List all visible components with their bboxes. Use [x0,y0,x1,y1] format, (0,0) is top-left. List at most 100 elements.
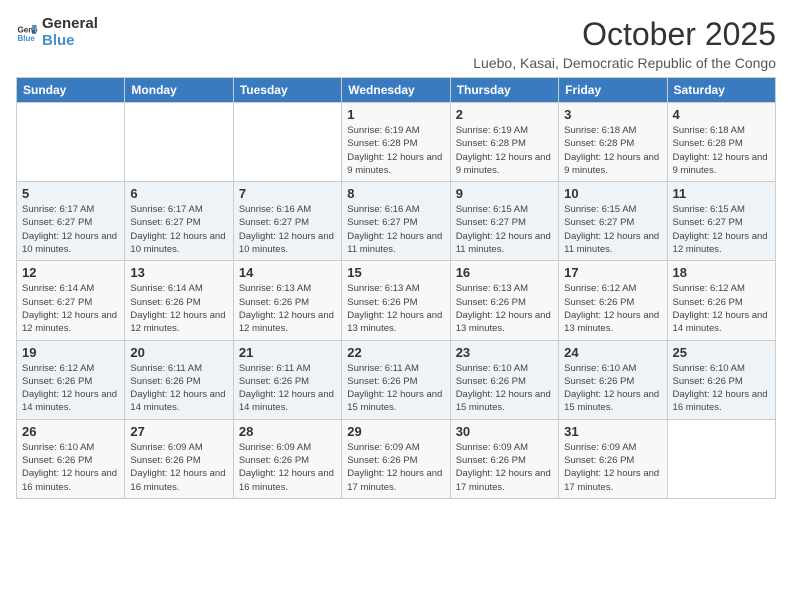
day-info: Sunrise: 6:14 AM Sunset: 6:27 PM Dayligh… [22,282,119,335]
day-info: Sunrise: 6:09 AM Sunset: 6:26 PM Dayligh… [347,441,444,494]
calendar-cell: 22 Sunrise: 6:11 AM Sunset: 6:26 PM Dayli… [342,340,450,419]
calendar-header-saturday: Saturday [667,78,775,103]
day-info: Sunrise: 6:16 AM Sunset: 6:27 PM Dayligh… [239,203,336,256]
calendar-cell: 28 Sunrise: 6:09 AM Sunset: 6:26 PM Dayli… [233,419,341,498]
calendar-cell: 20 Sunrise: 6:11 AM Sunset: 6:26 PM Dayli… [125,340,233,419]
day-info: Sunrise: 6:15 AM Sunset: 6:27 PM Dayligh… [456,203,553,256]
calendar-cell: 21 Sunrise: 6:11 AM Sunset: 6:26 PM Dayli… [233,340,341,419]
day-info: Sunrise: 6:12 AM Sunset: 6:26 PM Dayligh… [673,282,770,335]
calendar-cell: 24Sunrise: 6:10 AM Sunset: 6:26 PM Dayli… [559,340,667,419]
day-info: Sunrise: 6:13 AM Sunset: 6:26 PM Dayligh… [456,282,553,335]
day-info: Sunrise: 6:18 AM Sunset: 6:28 PM Dayligh… [564,124,661,177]
calendar-cell: 31 Sunrise: 6:09 AM Sunset: 6:26 PM Dayli… [559,419,667,498]
day-number: 19 [22,345,119,360]
svg-text:Blue: Blue [17,34,35,43]
day-number: 29 [347,424,444,439]
calendar-cell: 13Sunrise: 6:14 AM Sunset: 6:26 PM Dayli… [125,261,233,340]
calendar-header-monday: Monday [125,78,233,103]
calendar-cell: 10 Sunrise: 6:15 AM Sunset: 6:27 PM Dayli… [559,182,667,261]
day-info: Sunrise: 6:09 AM Sunset: 6:26 PM Dayligh… [239,441,336,494]
day-number: 16 [456,265,553,280]
day-info: Sunrise: 6:10 AM Sunset: 6:26 PM Dayligh… [22,441,119,494]
day-info: Sunrise: 6:10 AM Sunset: 6:26 PM Dayligh… [673,362,770,415]
day-number: 5 [22,186,119,201]
calendar-header-tuesday: Tuesday [233,78,341,103]
logo-general-text: General [42,16,98,33]
calendar-cell: 27 Sunrise: 6:09 AM Sunset: 6:26 PM Dayli… [125,419,233,498]
day-info: Sunrise: 6:09 AM Sunset: 6:26 PM Dayligh… [130,441,227,494]
calendar-cell: 5 Sunrise: 6:17 AM Sunset: 6:27 PM Daylig… [17,182,125,261]
day-number: 23 [456,345,553,360]
calendar-cell [667,419,775,498]
day-number: 14 [239,265,336,280]
day-number: 4 [673,107,770,122]
day-number: 18 [673,265,770,280]
calendar-cell: 29 Sunrise: 6:09 AM Sunset: 6:26 PM Dayli… [342,419,450,498]
day-number: 8 [347,186,444,201]
logo: General Blue General Blue [16,16,98,49]
calendar-cell [125,103,233,182]
day-info: Sunrise: 6:10 AM Sunset: 6:26 PM Dayligh… [456,362,553,415]
day-info: Sunrise: 6:17 AM Sunset: 6:27 PM Dayligh… [22,203,119,256]
calendar-cell: 18 Sunrise: 6:12 AM Sunset: 6:26 PM Dayli… [667,261,775,340]
month-title: October 2025 [473,16,776,53]
day-number: 6 [130,186,227,201]
calendar-cell: 23 Sunrise: 6:10 AM Sunset: 6:26 PM Dayli… [450,340,558,419]
calendar-cell: 30 Sunrise: 6:09 AM Sunset: 6:26 PM Dayli… [450,419,558,498]
day-info: Sunrise: 6:19 AM Sunset: 6:28 PM Dayligh… [456,124,553,177]
day-number: 28 [239,424,336,439]
day-number: 30 [456,424,553,439]
day-number: 10 [564,186,661,201]
day-info: Sunrise: 6:12 AM Sunset: 6:26 PM Dayligh… [22,362,119,415]
day-info: Sunrise: 6:15 AM Sunset: 6:27 PM Dayligh… [564,203,661,256]
calendar-week-row: 26Sunrise: 6:10 AM Sunset: 6:26 PM Dayli… [17,419,776,498]
day-info: Sunrise: 6:12 AM Sunset: 6:26 PM Dayligh… [564,282,661,335]
calendar-cell: 3 Sunrise: 6:18 AM Sunset: 6:28 PM Daylig… [559,103,667,182]
header: General Blue General Blue October 2025 L… [16,16,776,71]
day-number: 12 [22,265,119,280]
calendar-cell: 7 Sunrise: 6:16 AM Sunset: 6:27 PM Daylig… [233,182,341,261]
calendar-cell [233,103,341,182]
day-info: Sunrise: 6:17 AM Sunset: 6:27 PM Dayligh… [130,203,227,256]
calendar-cell: 25 Sunrise: 6:10 AM Sunset: 6:26 PM Dayli… [667,340,775,419]
day-number: 31 [564,424,661,439]
day-info: Sunrise: 6:11 AM Sunset: 6:26 PM Dayligh… [239,362,336,415]
calendar-header-thursday: Thursday [450,78,558,103]
logo-icon: General Blue [16,22,38,44]
day-number: 3 [564,107,661,122]
day-number: 21 [239,345,336,360]
calendar-header-wednesday: Wednesday [342,78,450,103]
calendar-table: SundayMondayTuesdayWednesdayThursdayFrid… [16,77,776,499]
day-number: 7 [239,186,336,201]
day-number: 17 [564,265,661,280]
calendar-cell: 1 Sunrise: 6:19 AM Sunset: 6:28 PM Daylig… [342,103,450,182]
day-info: Sunrise: 6:13 AM Sunset: 6:26 PM Dayligh… [347,282,444,335]
calendar-cell: 16 Sunrise: 6:13 AM Sunset: 6:26 PM Dayli… [450,261,558,340]
day-number: 27 [130,424,227,439]
day-number: 20 [130,345,227,360]
day-number: 13 [130,265,227,280]
calendar-header-friday: Friday [559,78,667,103]
day-info: Sunrise: 6:18 AM Sunset: 6:28 PM Dayligh… [673,124,770,177]
calendar-header-row: SundayMondayTuesdayWednesdayThursdayFrid… [17,78,776,103]
calendar-cell: 6 Sunrise: 6:17 AM Sunset: 6:27 PM Daylig… [125,182,233,261]
calendar-cell: 4 Sunrise: 6:18 AM Sunset: 6:28 PM Daylig… [667,103,775,182]
day-info: Sunrise: 6:11 AM Sunset: 6:26 PM Dayligh… [130,362,227,415]
calendar-cell: 2Sunrise: 6:19 AM Sunset: 6:28 PM Daylig… [450,103,558,182]
day-info: Sunrise: 6:11 AM Sunset: 6:26 PM Dayligh… [347,362,444,415]
title-area: October 2025 Luebo, Kasai, Democratic Re… [473,16,776,71]
logo-blue-text: Blue [42,33,98,50]
day-number: 22 [347,345,444,360]
day-number: 1 [347,107,444,122]
day-info: Sunrise: 6:09 AM Sunset: 6:26 PM Dayligh… [564,441,661,494]
day-number: 15 [347,265,444,280]
calendar-week-row: 1 Sunrise: 6:19 AM Sunset: 6:28 PM Daylig… [17,103,776,182]
day-number: 11 [673,186,770,201]
calendar-cell: 9Sunrise: 6:15 AM Sunset: 6:27 PM Daylig… [450,182,558,261]
day-number: 25 [673,345,770,360]
calendar-cell: 26Sunrise: 6:10 AM Sunset: 6:26 PM Dayli… [17,419,125,498]
calendar-cell: 15 Sunrise: 6:13 AM Sunset: 6:26 PM Dayli… [342,261,450,340]
day-info: Sunrise: 6:19 AM Sunset: 6:28 PM Dayligh… [347,124,444,177]
calendar-cell: 19 Sunrise: 6:12 AM Sunset: 6:26 PM Dayli… [17,340,125,419]
day-info: Sunrise: 6:09 AM Sunset: 6:26 PM Dayligh… [456,441,553,494]
